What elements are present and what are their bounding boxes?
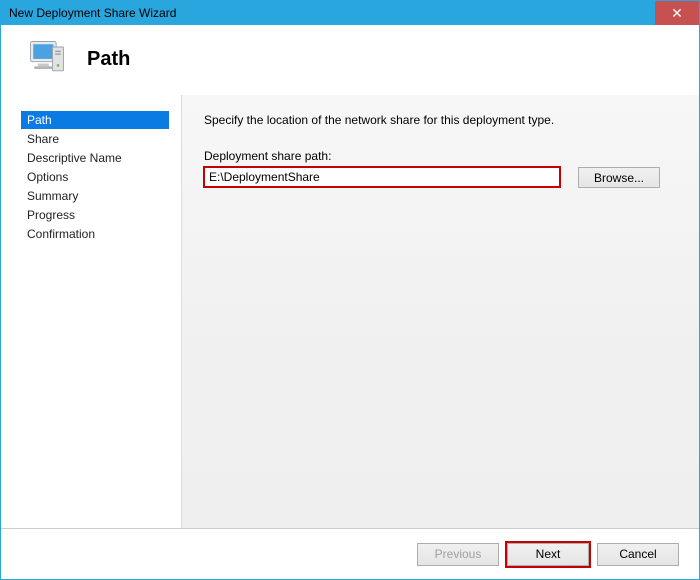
wizard-content: Path Share Descriptive Name Options Summ… (1, 95, 699, 529)
sidebar-item-path[interactable]: Path (21, 111, 169, 129)
sidebar-item-confirmation[interactable]: Confirmation (21, 225, 169, 243)
browse-button[interactable]: Browse... (578, 167, 660, 188)
sidebar-item-descriptive-name[interactable]: Descriptive Name (21, 149, 169, 167)
wizard-window: New Deployment Share Wizard ✕ Path Path … (0, 0, 700, 580)
sidebar-item-summary[interactable]: Summary (21, 187, 169, 205)
titlebar: New Deployment Share Wizard ✕ (1, 1, 699, 25)
next-button[interactable]: Next (507, 543, 589, 566)
sidebar-item-share[interactable]: Share (21, 130, 169, 148)
sidebar-item-progress[interactable]: Progress (21, 206, 169, 224)
instruction-text: Specify the location of the network shar… (204, 113, 677, 127)
wizard-footer: Previous Next Cancel (1, 529, 699, 579)
wizard-main-panel: Specify the location of the network shar… (181, 95, 699, 528)
close-button[interactable]: ✕ (655, 1, 699, 25)
path-field-row: Browse... (204, 167, 677, 188)
close-icon: ✕ (671, 5, 683, 22)
computer-icon (25, 36, 69, 83)
path-field-label: Deployment share path: (204, 149, 677, 163)
previous-button: Previous (417, 543, 499, 566)
window-title: New Deployment Share Wizard (9, 6, 176, 20)
cancel-button[interactable]: Cancel (597, 543, 679, 566)
deployment-share-path-input[interactable] (204, 167, 560, 187)
sidebar-item-options[interactable]: Options (21, 168, 169, 186)
wizard-header: Path (1, 25, 699, 95)
page-title: Path (87, 48, 130, 71)
wizard-steps-sidebar: Path Share Descriptive Name Options Summ… (1, 95, 181, 528)
